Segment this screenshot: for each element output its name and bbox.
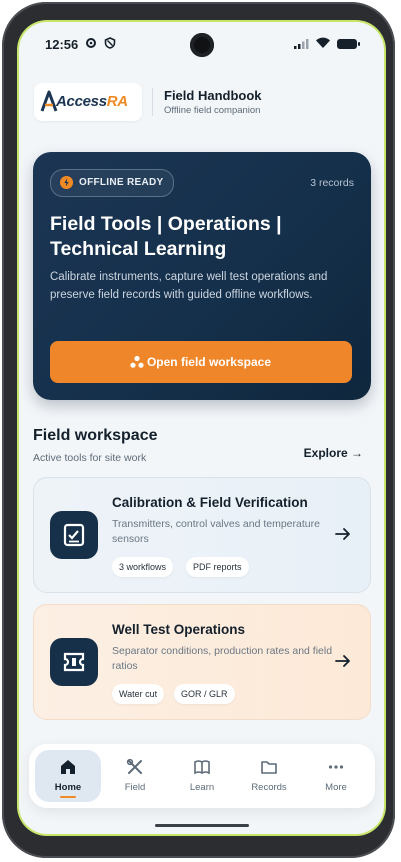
settings-icon xyxy=(86,38,96,48)
nav-item-home[interactable]: Home xyxy=(35,750,101,802)
card-description: Separator conditions, production rates a… xyxy=(112,645,333,672)
shield-icon xyxy=(104,37,116,49)
calibration-card[interactable]: Calibration & Field Verification Transmi… xyxy=(33,477,371,593)
well-test-card[interactable]: Well Test Operations Separator condition… xyxy=(33,604,371,720)
active-indicator xyxy=(60,796,76,798)
hero-card: OFFLINE READY 3 records Field Tools | Op… xyxy=(33,152,371,400)
ticket-icon xyxy=(50,638,98,686)
app-screen: 12:56 AccessRA Field Handbook Offline fi… xyxy=(19,22,384,834)
tools-icon xyxy=(126,758,142,774)
folder-icon xyxy=(261,761,277,774)
offline-ready-label: OFFLINE READY xyxy=(79,177,164,188)
bolt-icon xyxy=(60,176,73,189)
app-title: Field Handbook xyxy=(164,88,262,103)
brand-wordmark-accent: RA xyxy=(106,93,128,110)
chip-pdf-reports: PDF reports xyxy=(186,557,249,577)
front-camera xyxy=(190,33,214,57)
chip-water-cut: Water cut xyxy=(112,684,165,704)
cta-label: Open field workspace xyxy=(146,355,272,369)
nav-label: More xyxy=(325,782,347,793)
brand-wordmark-main: Access xyxy=(56,93,107,110)
status-time: 12:56 xyxy=(45,37,79,52)
chip-gor-glr: GOR / GLR xyxy=(174,684,235,704)
bottom-nav: Home Field Learn Records More xyxy=(29,744,375,808)
nav-label: Records xyxy=(251,782,287,793)
card-description: Transmitters, control valves and tempera… xyxy=(112,518,320,545)
brand-wordmark: AccessRA xyxy=(56,93,128,110)
card-title: Calibration & Field Verification xyxy=(112,495,308,510)
hero-description: Calibrate instruments, capture well test… xyxy=(50,271,328,301)
brand-logo: AccessRA xyxy=(34,83,142,121)
chip-workflows: 3 workflows xyxy=(112,557,174,577)
section-subtitle: Active tools for site work xyxy=(33,452,147,464)
phone-frame: 12:56 AccessRA Field Handbook Offline fi… xyxy=(2,2,395,858)
open-field-workspace-button[interactable]: Open field workspace xyxy=(50,341,352,383)
more-icon xyxy=(328,765,344,769)
battery-icon xyxy=(337,39,360,49)
home-icon xyxy=(61,760,75,774)
wifi-icon xyxy=(316,37,330,48)
workspace-icon xyxy=(130,355,144,368)
explore-link[interactable]: Explore → xyxy=(304,446,363,460)
hero-title: Field Tools | Operations | Technical Lea… xyxy=(50,213,282,260)
gesture-bar[interactable] xyxy=(155,824,249,827)
nav-item-field[interactable]: Field xyxy=(102,750,168,802)
nav-item-records[interactable]: Records xyxy=(236,750,302,802)
signal-icon xyxy=(294,39,309,49)
header-divider xyxy=(152,88,153,116)
nav-label: Home xyxy=(54,782,82,793)
offline-ready-badge: OFFLINE READY xyxy=(50,169,175,197)
nav-item-more[interactable]: More xyxy=(303,750,369,802)
status-bar: 12:56 xyxy=(19,22,384,66)
records-count: 3 records xyxy=(310,177,354,189)
nav-label: Field xyxy=(124,782,146,793)
book-icon xyxy=(194,760,210,775)
arrow-right-icon[interactable] xyxy=(334,525,352,543)
card-title: Well Test Operations xyxy=(112,622,246,637)
section-title: Field workspace xyxy=(33,427,158,444)
nav-item-learn[interactable]: Learn xyxy=(169,750,235,802)
arrow-right-icon[interactable] xyxy=(334,652,352,670)
checklist-icon xyxy=(50,511,98,559)
nav-label: Learn xyxy=(189,782,215,793)
app-subtitle: Offline field companion xyxy=(164,105,261,116)
